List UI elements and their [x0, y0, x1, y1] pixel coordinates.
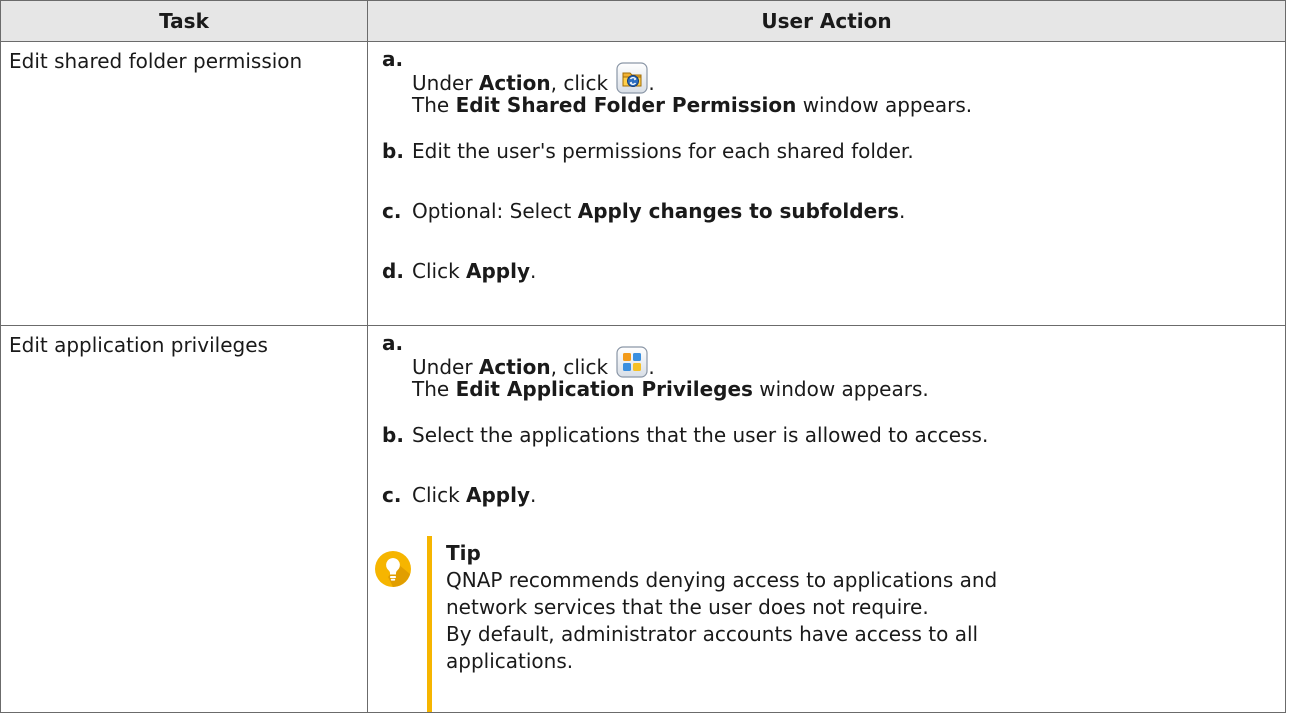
step-marker: b.: [382, 423, 404, 447]
task-cell: Edit shared folder permission: [0, 41, 368, 326]
tip-text-line: QNAP recommends denying access to applic…: [446, 568, 998, 592]
step-text-bold: Apply: [466, 483, 531, 507]
header-user-action: User Action: [367, 0, 1286, 42]
step-text-plain: Click: [412, 483, 467, 507]
step-b: b. Edit the user's permissions for each …: [382, 126, 1275, 186]
step-text-plain: .: [898, 199, 906, 223]
tip-title: Tip: [446, 541, 481, 565]
task-action-table: Task User Action Edit shared folder perm…: [0, 0, 1286, 713]
table-row: Edit application privileges a. Under Act…: [0, 325, 1286, 713]
step-text-bold: Edit Application Privileges: [455, 377, 753, 401]
table-row: Edit shared folder permission a. Under A…: [0, 41, 1286, 326]
step-marker: c.: [382, 199, 402, 223]
step-text-plain: The: [412, 377, 456, 401]
step-marker: a.: [382, 47, 404, 71]
lightbulb-icon: [375, 551, 411, 587]
step-text-plain: .: [530, 483, 537, 507]
step-text: Edit the user's permissions for each sha…: [412, 139, 914, 163]
tip-text-line: By default, administrator accounts have …: [446, 622, 979, 646]
step-marker: b.: [382, 139, 404, 163]
step-text-plain: window appears.: [752, 377, 929, 401]
step-text: Select the applications that the user is…: [412, 423, 989, 447]
step-text-plain: , click: [550, 355, 615, 379]
step-text-bold: Apply changes to subfolders: [577, 199, 899, 223]
step-text-plain: , click: [550, 71, 615, 95]
step-text-bold: Action: [478, 355, 551, 379]
step-text-bold: Apply: [466, 259, 531, 283]
user-action-cell: a. Under Action, click: [367, 325, 1286, 713]
step-text-plain: Click: [412, 259, 467, 283]
step-c: c. Optional: Select Apply changes to sub…: [382, 186, 1275, 246]
step-c: c. Click Apply.: [382, 470, 1275, 530]
step-result-text: The Edit Shared Folder Permission window…: [412, 93, 972, 117]
step-text-bold: Edit Shared Folder Permission: [455, 93, 797, 117]
tip-body: Tip QNAP recommends denying access to ap…: [446, 540, 1006, 675]
step-text-bold: Action: [478, 71, 551, 95]
step-a: a. Under Action, click: [382, 326, 1275, 410]
step-text-plain: The: [412, 93, 456, 117]
header-task: Task: [0, 0, 368, 42]
step-text: Click Apply.: [412, 259, 536, 283]
tip-text-line: applications.: [446, 649, 574, 673]
task-cell: Edit application privileges: [0, 325, 368, 713]
step-text-plain: .: [530, 259, 537, 283]
step-marker: d.: [382, 259, 404, 283]
tip-callout: Tip QNAP recommends denying access to ap…: [375, 536, 1275, 712]
step-text: Click Apply.: [412, 483, 536, 507]
edit-application-privileges-icon: [616, 346, 649, 378]
step-text-plain: .: [648, 71, 655, 95]
step-d: d. Click Apply.: [382, 246, 1275, 288]
tip-text-line: network services that the user does not …: [446, 595, 929, 619]
step-text-plain: window appears.: [796, 93, 973, 117]
step-marker: c.: [382, 483, 402, 507]
step-text-plain: .: [648, 355, 655, 379]
step-text: Optional: Select Apply changes to subfol…: [412, 199, 905, 223]
step-text: Under Action, click .: [412, 62, 1275, 95]
user-action-cell: a. Under Action, click: [367, 41, 1286, 326]
step-b: b. Select the applications that the user…: [382, 410, 1275, 470]
step-a: a. Under Action, click: [382, 42, 1275, 126]
table-header-row: Task User Action: [0, 0, 1286, 42]
edit-shared-folder-permission-icon: [616, 62, 649, 94]
step-result-text: The Edit Application Privileges window a…: [412, 377, 929, 401]
step-text: Under Action, click .: [412, 346, 1275, 379]
step-text-plain: Under: [412, 355, 479, 379]
step-text-plain: Optional: Select: [412, 199, 578, 223]
tip-accent-bar: [427, 536, 432, 712]
step-marker: a.: [382, 331, 404, 355]
step-text-plain: Under: [412, 71, 479, 95]
